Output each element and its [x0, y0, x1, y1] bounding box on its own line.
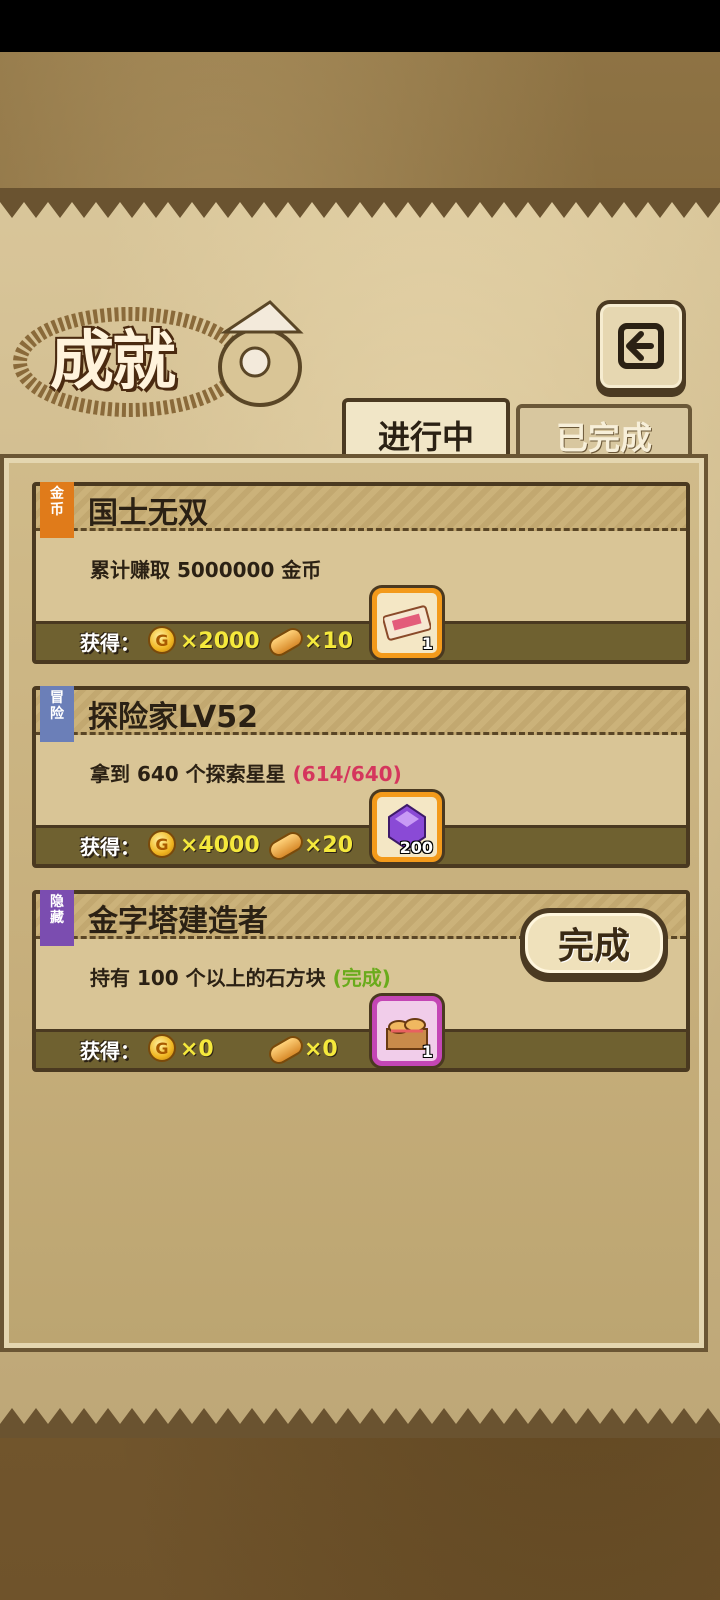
- coin-amount: ×0: [180, 1037, 214, 1062]
- category-badge: 金币: [40, 482, 74, 538]
- gain-label: 获得：: [80, 835, 140, 859]
- tab-completed-label: 已完成: [555, 419, 652, 457]
- bread-amount: ×10: [304, 629, 354, 654]
- achievement-name: 探险家LV52: [88, 700, 258, 735]
- achievement-card: 金币 国士无双 累计赚取 5000000 金币 获得： G ×2000 ×10 …: [32, 482, 690, 664]
- gold-coin-icon: G: [148, 1034, 176, 1062]
- page-title: 成就: [50, 324, 176, 399]
- complete-button[interactable]: 完成: [520, 908, 668, 978]
- achievement-desc: 持有 100 个以上的石方块 (完成): [90, 962, 391, 991]
- desc-text: 拿到 640 个探索星星: [90, 762, 286, 786]
- item-count: 200: [399, 838, 433, 857]
- back-button[interactable]: [596, 300, 686, 392]
- item-count: 1: [421, 1042, 433, 1061]
- desc-text: 持有 100 个以上的石方块: [90, 966, 326, 990]
- achievement-card: 冒险 探险家LV52 拿到 640 个探索星星 (614/640) 获得： G …: [32, 686, 690, 868]
- achievement-desc: 拿到 640 个探索星星 (614/640): [90, 758, 402, 787]
- reward-item[interactable]: 1: [372, 996, 442, 1066]
- tab-in-progress-label: 进行中: [377, 418, 474, 456]
- gold-coin-icon: G: [148, 830, 176, 858]
- gain-label: 获得：: [80, 631, 140, 655]
- title-emblem: 成就: [10, 292, 310, 422]
- gold-coin-icon: G: [148, 626, 176, 654]
- zigzag-bottom-border: [0, 1408, 720, 1438]
- category-badge: 冒险: [40, 686, 74, 742]
- back-arrow-icon: [618, 323, 664, 369]
- coin-amount: ×4000: [180, 833, 260, 858]
- item-count: 1: [421, 634, 433, 653]
- status-bar: [0, 0, 720, 52]
- reward-item[interactable]: 1: [372, 588, 442, 658]
- bread-amount: ×20: [304, 833, 354, 858]
- gain-label: 获得：: [80, 1039, 140, 1063]
- coin-amount: ×2000: [180, 629, 260, 654]
- tab-completed[interactable]: 已完成: [516, 404, 692, 464]
- progress-text: (完成): [332, 966, 391, 990]
- category-badge: 隐藏: [40, 890, 74, 946]
- progress-text: (614/640): [292, 762, 402, 786]
- reward-item[interactable]: 200: [372, 792, 442, 862]
- zigzag-top-border: [0, 188, 720, 218]
- achievement-desc: 累计赚取 5000000 金币: [90, 554, 321, 583]
- achievement-name: 国士无双: [88, 496, 208, 531]
- desc-text: 累计赚取 5000000 金币: [90, 558, 322, 582]
- bread-amount: ×0: [304, 1037, 338, 1062]
- achievement-name: 金字塔建造者: [88, 904, 268, 939]
